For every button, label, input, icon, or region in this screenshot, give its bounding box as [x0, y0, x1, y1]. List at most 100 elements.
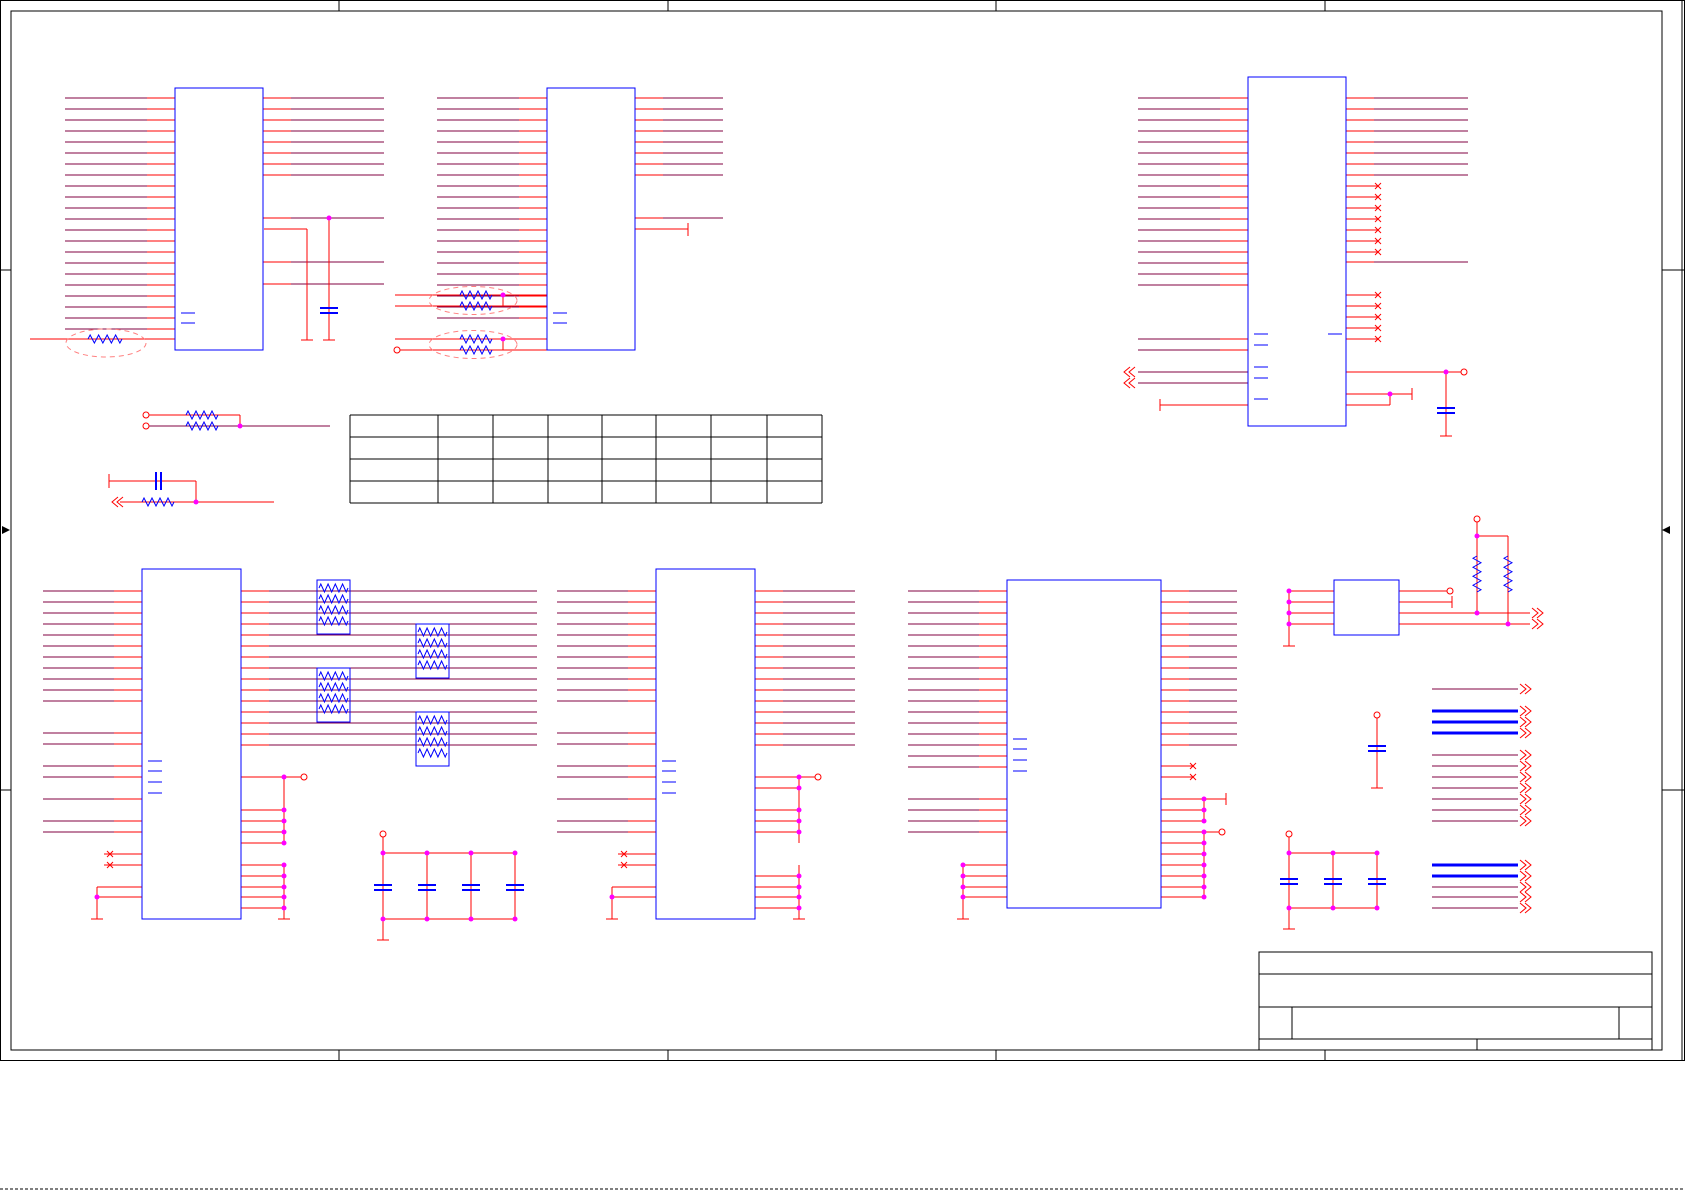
junction-dot — [1286, 588, 1292, 594]
outer-border — [0, 0, 1685, 1061]
junction-dot — [281, 840, 287, 846]
junction-dot — [281, 807, 287, 813]
power-terminal — [1373, 711, 1381, 719]
junction-dot — [1286, 905, 1292, 911]
junction-dot — [281, 894, 287, 900]
title-block-frame — [1258, 951, 1653, 1051]
zone-arrow — [1662, 526, 1670, 534]
offpage-connector — [1519, 782, 1532, 794]
junction-dot — [1286, 621, 1292, 627]
junction-dot — [1443, 369, 1449, 375]
junction-dot — [1201, 873, 1207, 879]
junction-dot — [281, 884, 287, 890]
zone-arrow — [2, 526, 10, 534]
junction-dot — [94, 894, 100, 900]
junction-dot — [1286, 610, 1292, 616]
junction-dot — [1201, 884, 1207, 890]
junction-dot — [796, 884, 802, 890]
junction-dot — [1201, 818, 1207, 824]
junction-dot — [796, 807, 802, 813]
offpage-connector — [1519, 771, 1532, 783]
offpage-connector — [1123, 366, 1136, 378]
junction-dot — [1374, 850, 1380, 856]
offpage-connector — [1123, 377, 1136, 389]
offpage-connector — [1519, 881, 1532, 893]
offpage-connector — [1519, 793, 1532, 805]
junction-dot — [281, 905, 287, 911]
junction-dot — [424, 916, 430, 922]
inner-border — [10, 10, 1663, 1051]
power-terminal — [379, 830, 387, 838]
junction-dot — [796, 774, 802, 780]
junction-dot — [424, 850, 430, 856]
junction-dot — [1201, 862, 1207, 868]
junction-dot — [1474, 610, 1480, 616]
junction-dot — [960, 894, 966, 900]
junction-dot — [960, 862, 966, 868]
power-terminal — [1285, 830, 1293, 838]
junction-dot — [281, 829, 287, 835]
components — [65, 76, 1514, 920]
junction-dot — [960, 884, 966, 890]
junction-dot — [281, 873, 287, 879]
offpage-connector — [1519, 727, 1532, 739]
power-terminal — [1473, 515, 1481, 523]
junction-dot — [796, 818, 802, 824]
power-terminal — [393, 346, 401, 354]
junction-dot — [1201, 807, 1207, 813]
junction-dot — [468, 916, 474, 922]
power-terminal — [1460, 368, 1468, 376]
ic-u2 — [546, 87, 636, 351]
junction-dot — [1474, 533, 1480, 539]
junction-dot — [281, 862, 287, 868]
junction-dot — [796, 829, 802, 835]
highlight-outline — [65, 328, 147, 358]
offpage-connector — [1531, 618, 1544, 630]
offpage-connector — [1519, 705, 1532, 717]
junction-dot — [193, 499, 199, 505]
junction-dot — [500, 292, 506, 298]
junction-dot — [1387, 391, 1393, 397]
resistor — [417, 747, 448, 759]
offpage-connector — [1519, 760, 1532, 772]
junction-dot — [1330, 850, 1336, 856]
schematic-sheet — [0, 0, 1685, 1190]
offpage-connector — [1519, 815, 1532, 827]
junction-dot — [1201, 796, 1207, 802]
wires — [30, 97, 1544, 941]
junction-dot — [326, 215, 332, 221]
junction-dot — [1505, 621, 1511, 627]
offpage-connector — [1519, 891, 1532, 903]
power-terminal — [1446, 587, 1454, 595]
junction-dot — [1286, 850, 1292, 856]
power-terminal — [1218, 828, 1226, 836]
junction-dot — [960, 873, 966, 879]
power-terminal — [300, 773, 308, 781]
ic-u7 — [1333, 579, 1400, 636]
offpage-connector — [1519, 902, 1532, 914]
junction-dot — [512, 850, 518, 856]
junction-dot — [281, 774, 287, 780]
power-terminal — [814, 773, 822, 781]
junction-dot — [468, 850, 474, 856]
info-table — [349, 414, 823, 504]
highlight-outline — [428, 330, 518, 359]
offpage-connector — [1531, 607, 1544, 619]
junction-dot — [796, 905, 802, 911]
junction-dot — [1374, 905, 1380, 911]
offpage-connector — [1519, 716, 1532, 728]
junction-dot — [1201, 894, 1207, 900]
highlight-outline — [428, 286, 518, 315]
junction-dot — [500, 336, 506, 342]
junction-dot — [796, 785, 802, 791]
title-block — [1258, 951, 1653, 1051]
sheet-frame — [0, 0, 1685, 1190]
junction-dot — [609, 894, 615, 900]
ic-u3 — [1247, 76, 1347, 427]
ic-u5 — [655, 568, 756, 920]
junction-dot — [281, 818, 287, 824]
offpage-connector — [1519, 870, 1532, 882]
junction-dot — [796, 894, 802, 900]
offpage-connector — [1519, 683, 1532, 695]
offpage-connector — [1519, 804, 1532, 816]
